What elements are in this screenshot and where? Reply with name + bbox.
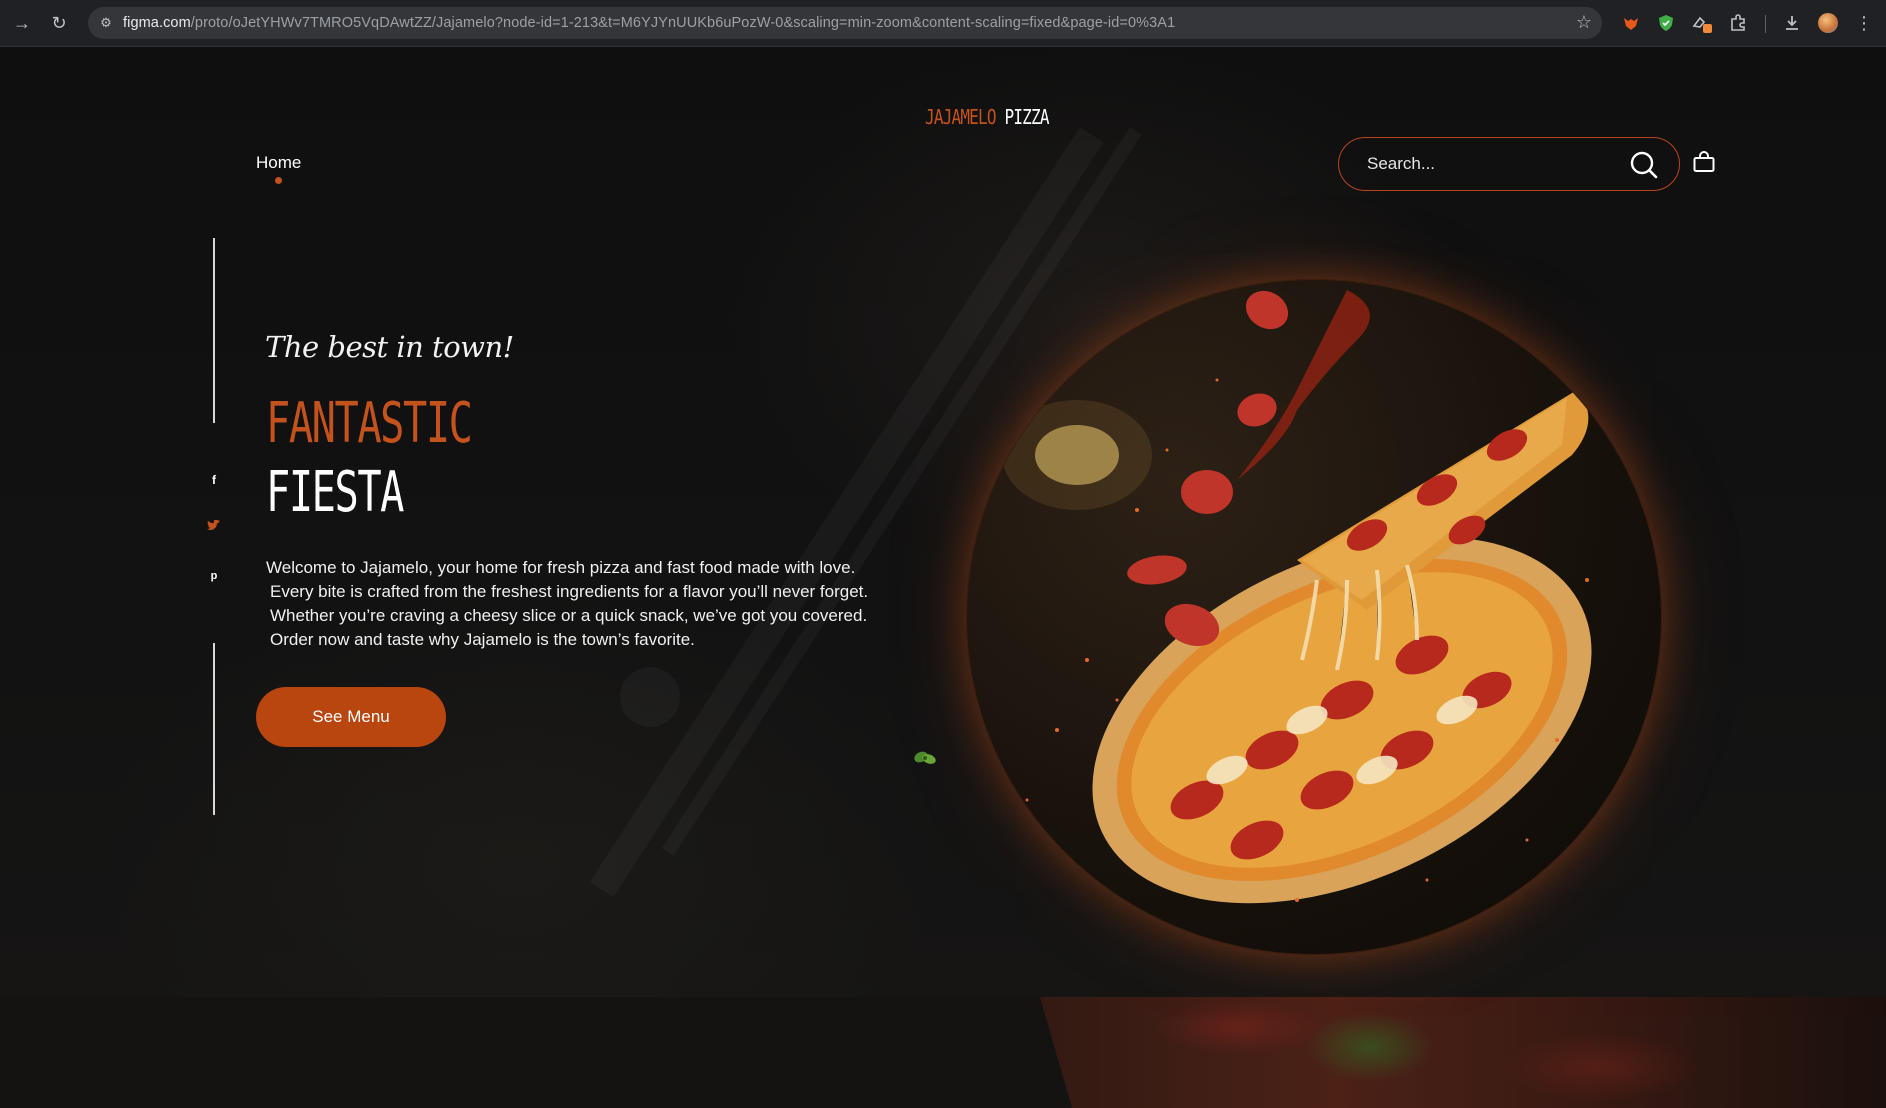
- address-bar[interactable]: ⚙ figma.com/proto/oJetYHWv7TMRO5VqDAwtZZ…: [88, 7, 1602, 39]
- toolbar-divider: [1765, 15, 1766, 33]
- page: JAJAMELO PIZZA Home Search... f p The be…: [0, 47, 1886, 1108]
- site-info-icon[interactable]: ⚙: [96, 13, 116, 33]
- nav-home-link[interactable]: Home: [256, 153, 301, 173]
- next-section-image: [1040, 997, 1886, 1108]
- brand-logo[interactable]: JAJAMELO PIZZA: [925, 105, 1049, 129]
- description-line: Order now and taste why Jajamelo is the …: [270, 630, 695, 649]
- rail-line-bottom: [213, 643, 215, 815]
- url-host: figma.com: [123, 15, 191, 31]
- extensions-icon[interactable]: [1726, 11, 1750, 35]
- background-decoration: [620, 667, 680, 727]
- description-line: Whether you’re craving a cheesy slice or…: [270, 606, 868, 625]
- hero-description: Welcome to Jajamelo, your home for fresh…: [266, 556, 906, 652]
- extension-puzzle-badge-icon[interactable]: [1690, 11, 1714, 35]
- facebook-icon[interactable]: f: [206, 472, 222, 488]
- bookmark-star-icon[interactable]: ☆: [1576, 12, 1592, 33]
- shopping-bag-icon[interactable]: [1692, 150, 1716, 174]
- search-box[interactable]: Search...: [1338, 137, 1680, 191]
- description-line: Welcome to Jajamelo, your home for fresh…: [266, 558, 856, 577]
- url-path: /proto/oJetYHWv7TMRO5VqDAwtZZ/Jajamelo?n…: [190, 15, 1176, 31]
- extension-fox-icon[interactable]: [1619, 11, 1643, 35]
- download-icon[interactable]: [1780, 11, 1804, 35]
- hero-pizza-image: [966, 279, 1662, 955]
- twitter-icon[interactable]: [206, 519, 222, 536]
- browser-toolbar: → ↻ ⚙ figma.com/proto/oJetYHWv7TMRO5VqDA…: [0, 0, 1886, 47]
- hero-tagline: The best in town!: [265, 330, 514, 364]
- profile-avatar[interactable]: [1816, 11, 1840, 35]
- hero-title-line2: FIESTA: [266, 460, 404, 525]
- forward-icon[interactable]: →: [10, 11, 34, 35]
- search-icon[interactable]: [1629, 150, 1659, 180]
- logo-part-pizza: PIZZA: [1004, 105, 1050, 129]
- see-menu-button[interactable]: See Menu: [256, 687, 446, 747]
- description-line: Every bite is crafted from the freshest …: [270, 582, 869, 601]
- pinterest-icon[interactable]: p: [206, 568, 222, 584]
- basil-leaf-image: [914, 751, 936, 764]
- hero-title-line1: FANTASTIC: [266, 391, 473, 456]
- search-input[interactable]: Search...: [1367, 154, 1435, 174]
- url-text[interactable]: figma.com/proto/oJetYHWv7TMRO5VqDAwtZZ/J…: [123, 15, 1175, 31]
- extension-shield-icon[interactable]: [1654, 11, 1678, 35]
- logo-part-jajamelo: JAJAMELO: [925, 105, 996, 129]
- active-nav-indicator: [275, 177, 282, 184]
- rail-line-top: [213, 238, 215, 423]
- more-menu-icon[interactable]: ⋮: [1852, 11, 1876, 35]
- reload-icon[interactable]: ↻: [47, 11, 71, 35]
